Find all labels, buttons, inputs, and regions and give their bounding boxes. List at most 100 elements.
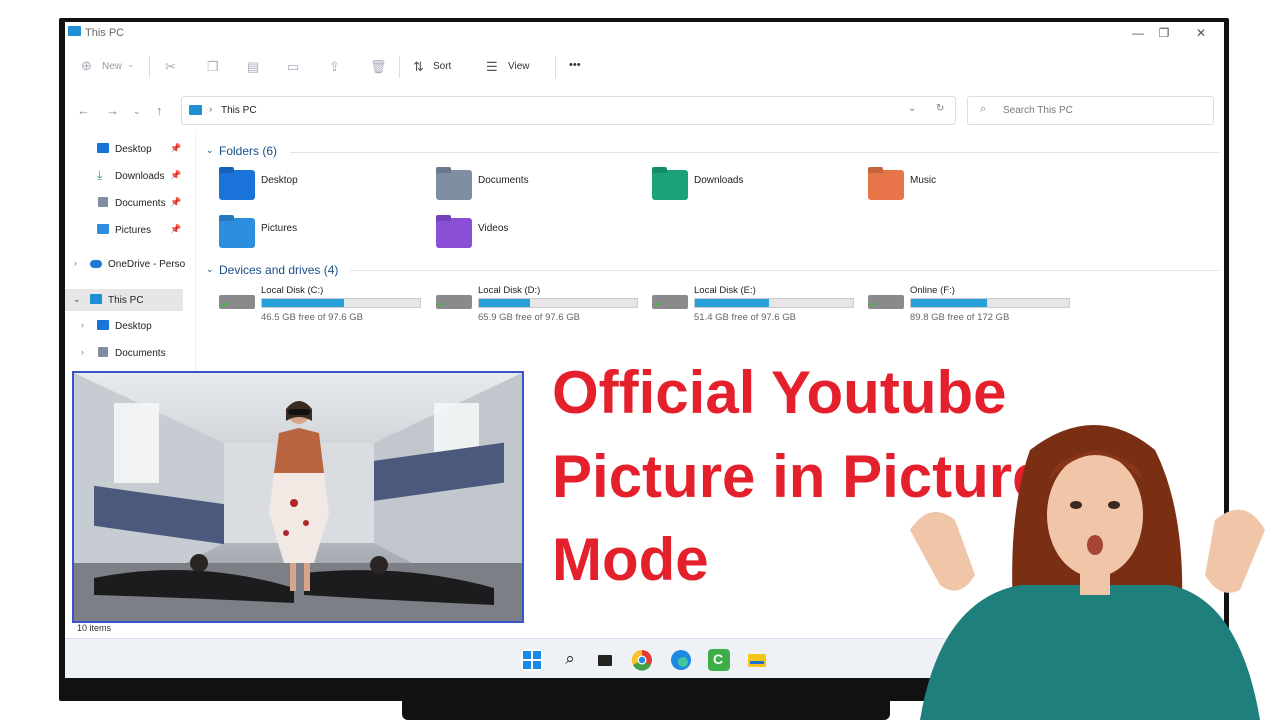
rename-button[interactable]: ▭ [287,59,299,75]
share-button[interactable]: ⇪ [329,59,340,75]
sort-button[interactable]: Sort [433,61,451,72]
cut-button[interactable]: ✂ [165,59,176,75]
chevron-right-icon[interactable]: › [74,258,77,268]
view-icon: ☰ [486,59,498,74]
drive-label: Online (F:) [910,285,955,296]
drive-label: Local Disk (E:) [694,285,756,296]
chevron-down-icon[interactable]: ⌄ [206,264,214,275]
close-button[interactable]: ✕ [1193,26,1209,40]
camtasia-icon[interactable]: C [708,649,730,671]
forward-arrow-icon[interactable]: → [106,103,119,118]
desktop-icon [97,320,109,330]
folder-pictures[interactable]: Pictures [219,218,419,254]
pin-icon: 📌 [170,143,182,153]
folder-documents[interactable]: Documents [436,170,636,206]
folder-label: Videos [478,223,509,234]
search-input[interactable]: ⌕ Search This PC [967,96,1214,125]
back-arrow-icon[interactable]: ← [77,103,90,118]
drive-usage-bar [478,298,638,308]
this-pc-icon [68,26,81,36]
breadcrumb-chevron-icon: › [209,104,213,115]
edge-icon[interactable] [670,649,692,671]
drive-label: Local Disk (D:) [478,285,541,296]
picture-icon [97,224,109,234]
drive-c[interactable]: Local Disk (C:) 46.5 GB free of 97.6 GB [219,285,424,325]
drive-d[interactable]: Local Disk (D:) 65.9 GB free of 97.6 GB [436,285,641,325]
paste-button[interactable]: ▤ [247,59,259,75]
chevron-down-icon[interactable]: ⌄ [73,294,81,305]
chevron-down-icon[interactable]: ⌄ [908,103,916,114]
documents-folder-icon [436,170,472,200]
drive-free-space: 46.5 GB free of 97.6 GB [261,312,363,323]
drive-f[interactable]: Online (F:) 89.8 GB free of 172 GB [868,285,1073,325]
command-bar: ⊕ New ⌄ ✂ ❐ ▤ ▭ ⇪ 🗑 ⇅ Sort ☰ View ••• [65,50,1224,82]
sidebar-item-onedrive[interactable]: › OneDrive - Perso [65,253,193,275]
more-options-button[interactable]: ••• [569,59,581,71]
drive-icon [652,295,688,309]
sidebar-item-documents[interactable]: Documents 📌 [65,192,193,214]
drive-e[interactable]: Local Disk (E:) 51.4 GB free of 97.6 GB [652,285,857,325]
drive-usage-bar [910,298,1070,308]
pane-divider [195,134,196,374]
sidebar-item-pictures[interactable]: Pictures 📌 [65,219,193,241]
view-button[interactable]: View [508,61,530,72]
search-placeholder: Search This PC [1003,105,1073,116]
windows-drive-icon [219,295,255,309]
chevron-right-icon[interactable]: › [81,320,84,330]
sidebar-item-label: Documents [115,348,166,359]
sidebar-item-downloads[interactable]: ⤓ Downloads 📌 [65,165,193,187]
sidebar-item-label: Desktop [115,144,152,155]
sidebar-item-documents[interactable]: › Documents [65,342,193,364]
sidebar-item-desktop[interactable]: Desktop 📌 [65,138,193,160]
thumbnail-canvas: This PC — ❐ ✕ ⊕ New ⌄ ✂ ❐ ▤ ▭ ⇪ 🗑 ⇅ Sort… [0,0,1280,720]
folder-videos[interactable]: Videos [436,218,636,254]
sidebar-item-label: This PC [108,295,144,306]
sidebar-item-desktop[interactable]: › Desktop [65,315,193,337]
sidebar-item-label: Downloads [115,171,165,182]
drive-usage-bar [261,298,421,308]
download-icon: ⤓ [97,168,103,182]
sidebar-item-this-pc[interactable]: ⌄ This PC [65,289,183,311]
window-title: This PC [85,27,125,39]
file-explorer-taskbar-icon[interactable] [746,649,768,671]
chevron-down-icon[interactable]: ⌄ [206,145,214,156]
divider [555,56,556,78]
picture-in-picture-video[interactable] [72,371,524,623]
subway-scene-image [74,373,522,621]
breadcrumb[interactable]: This PC [221,105,257,116]
title-bar: This PC — ❐ ✕ [65,22,1224,46]
onedrive-icon [90,260,102,268]
drive-free-space: 89.8 GB free of 172 GB [910,312,1010,323]
folder-label: Desktop [261,175,298,186]
sidebar-item-label: OneDrive - Perso [108,259,186,270]
recent-chevron-icon[interactable]: ⌄ [133,106,141,117]
folders-group-header[interactable]: Folders (6) [219,144,277,158]
start-button[interactable] [521,649,543,671]
pictures-folder-icon [219,218,255,248]
new-button[interactable]: New [102,61,122,72]
restore-button[interactable]: ❐ [1156,26,1172,40]
minimize-button[interactable]: — [1130,26,1146,40]
document-icon [98,197,108,207]
folder-label: Music [910,175,937,186]
drive-usage-bar [694,298,854,308]
search-taskbar-icon[interactable]: ⌕ [559,649,581,671]
task-view-icon[interactable] [594,649,616,671]
chrome-icon[interactable] [631,649,653,671]
address-bar[interactable]: › This PC ⌄ ↻ [181,96,956,125]
drive-free-space: 65.9 GB free of 97.6 GB [478,312,580,323]
folder-label: Downloads [694,175,744,186]
chevron-right-icon[interactable]: › [81,347,84,357]
copy-button[interactable]: ❐ [207,59,219,75]
delete-button[interactable]: 🗑 [370,59,387,75]
this-pc-icon [189,105,202,115]
document-icon [98,347,108,357]
folder-desktop[interactable]: Desktop [219,170,419,206]
pin-icon: 📌 [170,197,182,207]
folder-music[interactable]: Music [868,170,1068,206]
woman-ok-gesture-image [910,425,1265,720]
folder-downloads[interactable]: Downloads [652,170,852,206]
refresh-icon[interactable]: ↻ [936,103,944,114]
drives-group-header[interactable]: Devices and drives (4) [219,263,338,277]
up-arrow-icon[interactable]: ↑ [156,103,163,118]
